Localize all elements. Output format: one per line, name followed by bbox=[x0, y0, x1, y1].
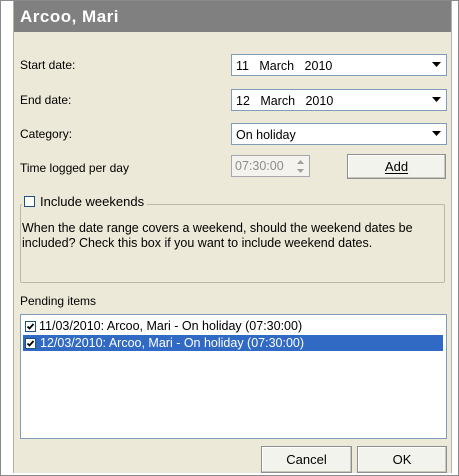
include-weekends-checkbox[interactable] bbox=[24, 196, 35, 207]
include-weekends-label[interactable]: Include weekends bbox=[40, 194, 144, 209]
dialog-title: Arcoo, Mari bbox=[14, 1, 451, 32]
cancel-button-label: Cancel bbox=[286, 452, 327, 467]
list-item[interactable]: 12/03/2010: Arcoo, Mari - On holiday (07… bbox=[23, 335, 443, 351]
pending-items-label: Pending items bbox=[20, 294, 97, 308]
start-date-label: Start date: bbox=[20, 58, 76, 72]
list-item-text: 12/03/2010: Arcoo, Mari - On holiday (07… bbox=[39, 336, 306, 350]
end-date-picker[interactable]: 12 March 2010 bbox=[231, 89, 447, 111]
list-item[interactable]: 11/03/2010: Arcoo, Mari - On holiday (07… bbox=[23, 318, 444, 334]
chevron-down-icon[interactable] bbox=[427, 125, 445, 143]
include-weekends-legend: Include weekends bbox=[22, 194, 148, 209]
pending-items-list[interactable]: 11/03/2010: Arcoo, Mari - On holiday (07… bbox=[20, 314, 447, 439]
chevron-down-icon[interactable] bbox=[427, 91, 445, 109]
ok-button-label: OK bbox=[392, 452, 412, 467]
chevron-down-icon[interactable] bbox=[427, 56, 445, 74]
spin-up-icon[interactable] bbox=[293, 157, 308, 166]
time-logged-label: Time logged per day bbox=[20, 161, 129, 175]
time-logged-value: 07:30:00 bbox=[235, 159, 284, 173]
cancel-button[interactable]: Cancel bbox=[261, 446, 352, 473]
item-checkbox[interactable] bbox=[25, 320, 36, 332]
category-label: Category: bbox=[20, 127, 73, 141]
end-date-value: 12 March 2010 bbox=[236, 94, 334, 108]
spin-down-icon[interactable] bbox=[293, 166, 308, 175]
list-item-text: 11/03/2010: Arcoo, Mari - On holiday (07… bbox=[39, 319, 303, 333]
window-frame: Arcoo, Mari Start date: 11 March 2010 En… bbox=[0, 0, 459, 476]
time-logged-spinner[interactable]: 07:30:00 bbox=[231, 155, 310, 177]
add-button[interactable]: Add bbox=[347, 154, 446, 179]
start-date-value: 11 March 2010 bbox=[236, 59, 333, 73]
item-checkbox[interactable] bbox=[25, 337, 36, 349]
category-select[interactable]: On holiday bbox=[231, 123, 447, 145]
category-value: On holiday bbox=[236, 128, 296, 142]
ok-button[interactable]: OK bbox=[357, 446, 447, 473]
leave-dialog: Arcoo, Mari Start date: 11 March 2010 En… bbox=[13, 1, 452, 473]
end-date-label: End date: bbox=[20, 93, 72, 107]
start-date-picker[interactable]: 11 March 2010 bbox=[231, 54, 447, 76]
add-button-label: Add bbox=[384, 159, 409, 174]
include-weekends-description: When the date range covers a weekend, sh… bbox=[22, 221, 413, 250]
